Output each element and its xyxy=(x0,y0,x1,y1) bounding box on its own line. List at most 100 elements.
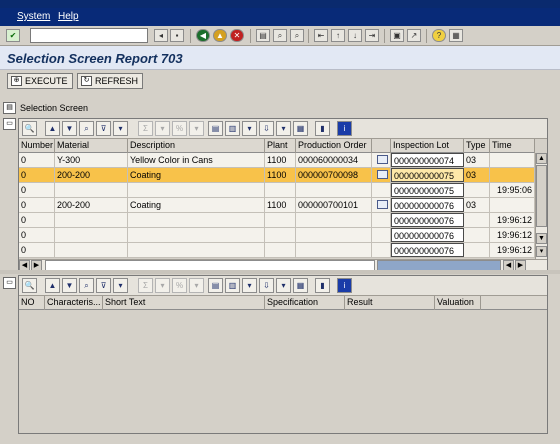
cell-icon[interactable] xyxy=(372,168,391,182)
graphic-icon[interactable]: ▮ xyxy=(315,121,330,136)
col-specification[interactable]: Specification xyxy=(265,296,345,310)
back-icon[interactable]: ◀ xyxy=(196,29,210,42)
col-valuation[interactable]: Valuation xyxy=(435,296,481,310)
document-icon[interactable] xyxy=(377,200,388,209)
info-icon[interactable]: i xyxy=(337,278,352,293)
first-page-icon[interactable]: ⇤ xyxy=(314,29,328,42)
filter-menu-icon[interactable]: ▾ xyxy=(113,121,128,136)
cell-inspection-lot[interactable]: 000000000075 xyxy=(391,183,464,197)
subtotal-icon[interactable]: % xyxy=(172,121,187,136)
filter-menu-icon[interactable]: ▾ xyxy=(113,278,128,293)
print-preview-icon[interactable]: ▤ xyxy=(208,121,223,136)
layout-menu-icon[interactable]: ▦ xyxy=(449,29,463,42)
cell-icon[interactable] xyxy=(372,198,391,212)
enter-check-icon[interactable]: ✔ xyxy=(6,29,20,42)
filter-icon[interactable]: ⊽ xyxy=(96,278,111,293)
col-short-text[interactable]: Short Text xyxy=(103,296,265,310)
cell-inspection-lot[interactable]: 000000000074 xyxy=(391,153,464,167)
details-icon[interactable]: 🔍 xyxy=(22,121,37,136)
table-row[interactable]: 0 000000000075 19:95:06 xyxy=(19,183,535,198)
exit-icon[interactable]: ▲ xyxy=(213,29,227,42)
scroll-bottom-icon[interactable]: ▾ xyxy=(536,246,547,257)
col-description[interactable]: Description xyxy=(128,139,265,153)
print-preview-icon[interactable]: ▤ xyxy=(208,278,223,293)
cell-inspection-lot[interactable]: 000000000076 xyxy=(391,213,464,227)
col-plant[interactable]: Plant xyxy=(265,139,296,153)
document-icon[interactable] xyxy=(377,170,388,179)
scroll-down-icon[interactable]: ▼ xyxy=(536,233,547,244)
sort-ascending-icon[interactable]: ▲ xyxy=(45,121,60,136)
selection-screen-icon[interactable]: ▤ xyxy=(3,102,16,114)
views-menu-icon[interactable]: ▾ xyxy=(242,278,257,293)
find-icon[interactable]: ⌕ xyxy=(79,121,94,136)
find-icon[interactable]: ⌕ xyxy=(79,278,94,293)
col-characteristic[interactable]: Characteris... xyxy=(45,296,103,310)
subtotal-menu-icon[interactable]: ▾ xyxy=(189,278,204,293)
find-next-icon[interactable]: ⌕ xyxy=(290,29,304,42)
views-menu-icon[interactable]: ▾ xyxy=(242,121,257,136)
export-icon[interactable]: ⇩ xyxy=(259,121,274,136)
create-session-icon[interactable]: ▣ xyxy=(390,29,404,42)
col-material[interactable]: Material xyxy=(55,139,128,153)
export-menu-icon[interactable]: ▾ xyxy=(276,278,291,293)
sort-descending-icon[interactable]: ▼ xyxy=(62,121,77,136)
sum-icon[interactable]: Σ xyxy=(138,278,153,293)
cancel-icon[interactable]: ✕ xyxy=(230,29,244,42)
find-icon[interactable]: ⌕ xyxy=(273,29,287,42)
sum-menu-icon[interactable]: ▾ xyxy=(155,121,170,136)
sort-descending-icon[interactable]: ▼ xyxy=(62,278,77,293)
subtotal-icon[interactable]: % xyxy=(172,278,187,293)
last-page-icon[interactable]: ⇥ xyxy=(365,29,379,42)
table-row[interactable]: 0 000000000076 19:96:12 xyxy=(19,228,535,243)
col-no[interactable]: NO xyxy=(19,296,45,310)
next-page-icon[interactable]: ↓ xyxy=(348,29,362,42)
execute-button[interactable]: ⊕ EXECUTE xyxy=(7,73,73,89)
layout-icon[interactable]: ▦ xyxy=(293,278,308,293)
cell-icon[interactable] xyxy=(372,153,391,167)
top-grid-vertical-scrollbar[interactable]: ▲ ▼ ▾ xyxy=(535,153,547,259)
history-dropdown-icon[interactable]: ◂ xyxy=(154,29,168,42)
menu-system[interactable]: System xyxy=(17,11,50,22)
document-icon[interactable] xyxy=(377,155,388,164)
export-icon[interactable]: ⇩ xyxy=(259,278,274,293)
col-icon[interactable] xyxy=(372,139,391,153)
subtotal-menu-icon[interactable]: ▾ xyxy=(189,121,204,136)
details-icon[interactable]: 🔍 xyxy=(22,278,37,293)
top-grid-side-icon[interactable]: ▭ xyxy=(3,118,16,130)
table-row[interactable]: 0 200-200 Coating 1100 000000700101 0000… xyxy=(19,198,535,213)
menu-help[interactable]: Help xyxy=(58,11,79,22)
vertical-scroll-thumb[interactable] xyxy=(536,165,547,227)
info-icon[interactable]: i xyxy=(337,121,352,136)
layout-icon[interactable]: ▦ xyxy=(293,121,308,136)
save-icon[interactable]: ▪ xyxy=(170,29,184,42)
sort-ascending-icon[interactable]: ▲ xyxy=(45,278,60,293)
splitter[interactable] xyxy=(0,270,560,274)
col-time[interactable]: Time xyxy=(490,139,535,153)
cell-inspection-lot[interactable]: 000000000076 xyxy=(391,243,464,257)
col-result[interactable]: Result xyxy=(345,296,435,310)
command-field[interactable] xyxy=(30,28,148,43)
cell-inspection-lot[interactable]: 000000000076 xyxy=(391,228,464,242)
col-production-order[interactable]: Production Order xyxy=(296,139,372,153)
filter-icon[interactable]: ⊽ xyxy=(96,121,111,136)
table-row-selected[interactable]: 0 200-200 Coating 1100 000000700098 0000… xyxy=(19,168,535,183)
table-row[interactable]: 0 000000000076 19:96:12 xyxy=(19,243,535,258)
views-icon[interactable]: ▥ xyxy=(225,278,240,293)
views-icon[interactable]: ▥ xyxy=(225,121,240,136)
help-icon[interactable]: ? xyxy=(432,29,446,42)
previous-page-icon[interactable]: ↑ xyxy=(331,29,345,42)
table-row[interactable]: 0 Y-300 Yellow Color in Cans 1100 000060… xyxy=(19,153,535,168)
shortcut-icon[interactable]: ↗ xyxy=(407,29,421,42)
sum-menu-icon[interactable]: ▾ xyxy=(155,278,170,293)
bottom-grid-side-icon[interactable]: ▭ xyxy=(3,277,16,289)
graphic-icon[interactable]: ▮ xyxy=(315,278,330,293)
table-row[interactable]: 0 000000000076 19:96:12 xyxy=(19,213,535,228)
col-inspection-lot[interactable]: Inspection Lot xyxy=(391,139,464,153)
cell-inspection-lot[interactable]: 000000000076 xyxy=(391,198,464,212)
refresh-button[interactable]: ↻ REFRESH xyxy=(77,73,144,89)
cell-inspection-lot[interactable]: 000000000075 xyxy=(391,168,464,182)
print-icon[interactable]: ▤ xyxy=(256,29,270,42)
scroll-up-icon[interactable]: ▲ xyxy=(536,153,547,164)
col-type[interactable]: Type xyxy=(464,139,490,153)
sum-icon[interactable]: Σ xyxy=(138,121,153,136)
